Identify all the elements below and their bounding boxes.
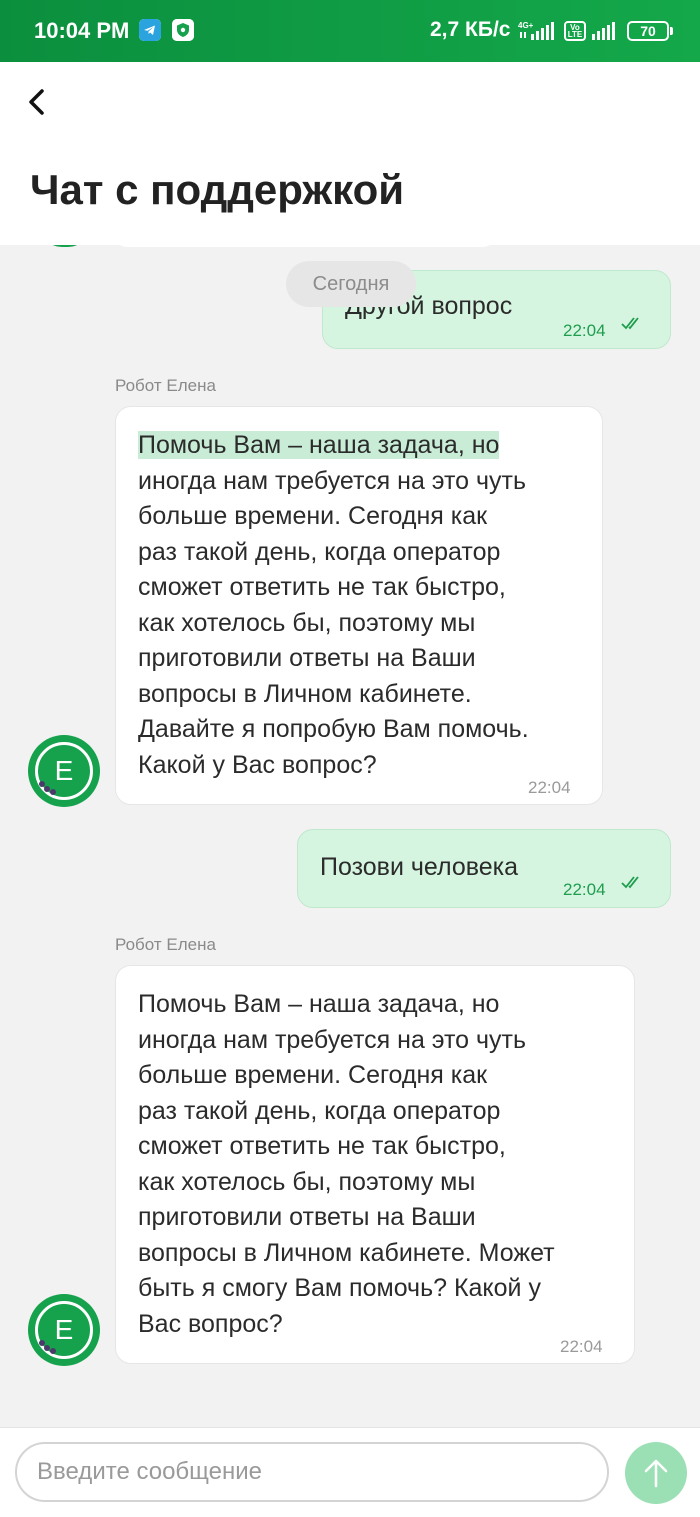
message-line: быть я смогу Вам помочь? Какой у: [138, 1274, 541, 1302]
message-composer: [0, 1427, 700, 1517]
arrow-up-icon: [644, 1459, 668, 1488]
sender-name: Робот Елена: [115, 935, 216, 954]
date-separator: Сегодня: [286, 261, 416, 307]
back-button[interactable]: [22, 86, 54, 118]
telegram-icon: [139, 19, 161, 41]
message-line: как хотелось бы, поэтому мы: [138, 1167, 476, 1196]
message-line: вопросы в Личном кабинете.: [138, 679, 472, 708]
message-line: раз такой день, когда оператор: [138, 537, 501, 566]
app-header: Чат с поддержкой: [0, 62, 700, 245]
signal-icon: 4G+: [518, 21, 554, 40]
chat-messages[interactable]: Другой вопрос 22:04 Сегодня Робот Елена …: [0, 245, 700, 1427]
message-time: 22:04: [563, 880, 606, 899]
message-line: Давайте я попробую Вам помочь.: [138, 715, 529, 743]
message-line: приготовили ответы на Ваши: [138, 1203, 476, 1231]
message-bubble-partial: [115, 245, 495, 247]
status-time: 10:04 PM: [34, 18, 130, 43]
signal-icon-2: [592, 22, 615, 40]
message-line: сможет ответить не так быстро,: [138, 1132, 506, 1160]
message-line: больше времени. Сегодня как: [138, 1061, 488, 1089]
message-line: больше времени. Сегодня как: [138, 502, 488, 530]
message-line: иногда нам требуется на это чуть: [138, 1025, 527, 1054]
network-type-label: 4G+: [518, 21, 534, 30]
message-line: как хотелось бы, поэтому мы: [138, 608, 476, 637]
avatar[interactable]: E: [28, 735, 100, 807]
message-line: раз такой день, когда оператор: [138, 1096, 501, 1125]
double-check-icon: [621, 876, 639, 889]
message-input[interactable]: [15, 1442, 609, 1502]
message-time: 22:04: [560, 1337, 603, 1356]
battery-icon: 70: [627, 21, 673, 41]
message-line: Вас вопрос?: [138, 1309, 283, 1338]
message-time: 22:04: [563, 321, 606, 340]
status-bar: 10:04 PM 2,7 КБ/с 4G+ Vo LTE 70: [0, 0, 700, 62]
message-line: Помочь Вам – наша задача, но: [138, 990, 500, 1018]
message-line: сможет ответить не так быстро,: [138, 573, 506, 601]
message-line: иногда нам требуется на это чуть: [138, 466, 527, 495]
avatar-letter: E: [54, 1314, 74, 1345]
message-bubble-outgoing[interactable]: Позови человека 22:04: [297, 829, 671, 908]
shield-icon: [172, 19, 194, 41]
page-title: Чат с поддержкой: [30, 166, 405, 213]
message-text: Позови человека: [320, 853, 519, 881]
message-text: Помочь Вам – наша задача, но иногда нам …: [138, 987, 555, 1342]
message-time: 22:04: [528, 778, 571, 797]
avatar: [40, 245, 90, 247]
avatar[interactable]: E: [28, 1294, 100, 1366]
sender-name: Робот Елена: [115, 376, 216, 395]
message-line: Какой у Вас вопрос?: [138, 750, 377, 779]
double-check-icon: [621, 317, 639, 330]
highlighted-text: Помочь Вам – наша задача, но: [138, 431, 500, 459]
send-button[interactable]: [625, 1442, 687, 1504]
network-speed: 2,7 КБ/с: [430, 18, 511, 41]
avatar-letter: E: [54, 755, 74, 786]
volte-icon: Vo LTE: [564, 21, 586, 41]
message-line: вопросы в Личном кабинете. Может: [138, 1238, 555, 1267]
message-line: приготовили ответы на Ваши: [138, 644, 476, 672]
chevron-left-icon: [29, 89, 44, 115]
message-text: Помочь Вам – наша задача, но иногда нам …: [138, 428, 529, 783]
message-bubble-incoming[interactable]: Помочь Вам – наша задача, но иногда нам …: [115, 406, 603, 805]
message-bubble-incoming[interactable]: Помочь Вам – наша задача, но иногда нам …: [115, 965, 635, 1364]
